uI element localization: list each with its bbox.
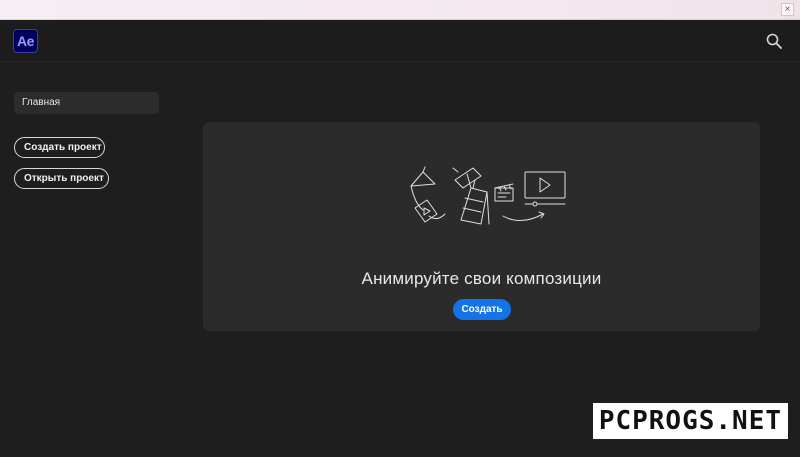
close-icon: × [784, 4, 791, 15]
create-button[interactable]: Создать [453, 299, 511, 320]
after-effects-logo: Ae [13, 29, 38, 53]
window-titlebar: × [0, 0, 800, 20]
new-project-button[interactable]: Создать проект [14, 137, 105, 158]
animation-illustration-icon [410, 166, 566, 225]
sidebar: Главная Создать проект Открыть проект [0, 63, 180, 457]
empty-state-card: Анимируйте свои композиции Создать [203, 122, 760, 331]
close-window-button[interactable]: × [781, 3, 794, 16]
watermark: PCPROGS.NET [592, 403, 788, 439]
sidebar-item-home[interactable]: Главная [14, 92, 159, 114]
app-header: Ae [0, 20, 800, 62]
search-icon[interactable] [766, 33, 782, 49]
open-project-button[interactable]: Открыть проект [14, 168, 109, 189]
empty-state-headline: Анимируйте свои композиции [361, 269, 602, 288]
